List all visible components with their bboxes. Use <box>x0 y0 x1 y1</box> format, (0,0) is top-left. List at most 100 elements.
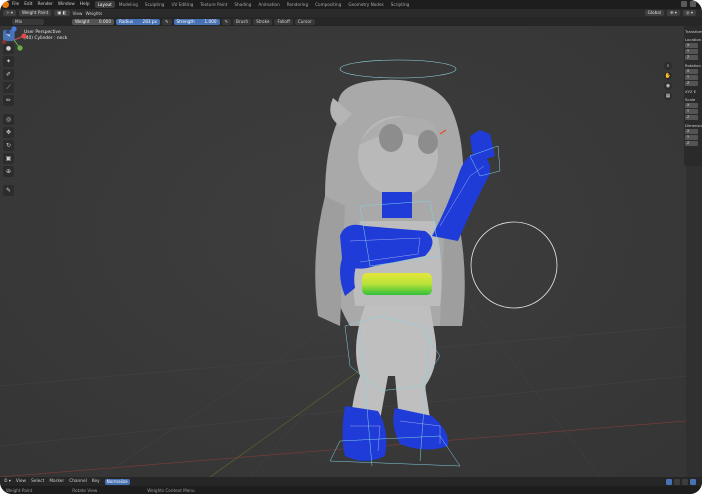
gradient-tool-icon[interactable]: ⟋ <box>3 82 14 93</box>
tab-texture-paint[interactable]: Texture Paint <box>197 1 230 8</box>
menu-file[interactable]: File <box>12 2 19 7</box>
timeline-editor-icon[interactable]: ⏲ ▾ <box>4 479 11 484</box>
tab-modeling[interactable]: Modeling <box>116 1 141 8</box>
3d-viewport[interactable]: User Perspective (40) Cylinder : neck ✎ … <box>0 26 686 477</box>
status-bar: Weight Paint Rotate View Weights Context… <box>0 486 702 494</box>
timeline-key[interactable]: Key <box>92 479 100 484</box>
menu-window[interactable]: Window <box>58 2 75 7</box>
gizmo-y-icon <box>17 45 23 51</box>
top-menu-bar: File Edit Render Window Help Layout Mode… <box>0 0 702 9</box>
status-middle: Rotate View <box>72 487 98 493</box>
tab-scripting[interactable]: Scripting <box>388 1 413 8</box>
tab-shading[interactable]: Shading <box>231 1 254 8</box>
radius-pressure-icon[interactable]: ✎ <box>162 18 172 25</box>
camera-icon[interactable]: ◉ <box>664 82 672 90</box>
timeline-header: ⏲ ▾ View Select Marker Channel Key Norma… <box>0 477 702 486</box>
tab-rendering[interactable]: Rendering <box>284 1 311 8</box>
weight-value: 0.000 <box>99 18 111 24</box>
zoom-icon[interactable]: ⌕ <box>664 62 672 70</box>
orientation-dropdown[interactable]: Global <box>644 10 664 16</box>
dimensions-x-field[interactable]: X <box>685 129 698 134</box>
object-info: (40) Cylinder : neck <box>24 36 68 41</box>
dimensions-z-field[interactable]: Z <box>685 141 698 146</box>
brush-menu[interactable]: Brush <box>233 18 252 25</box>
timeline-view[interactable]: View <box>16 479 26 484</box>
location-z-field[interactable]: Z <box>685 55 698 60</box>
timeline-select[interactable]: Select <box>31 479 44 484</box>
radius-field[interactable]: Radius 283 px <box>116 18 160 25</box>
navigation-gizmo[interactable] <box>0 26 28 54</box>
smear-tool-icon[interactable]: ✐ <box>3 69 14 80</box>
sample-tool-icon[interactable]: ✏ <box>3 95 14 106</box>
menu-weights[interactable]: Weights <box>85 11 102 16</box>
left-eye <box>379 124 403 152</box>
search-icon[interactable] <box>682 478 688 485</box>
strength-value: 1.000 <box>204 18 217 24</box>
sidebar-n-panel: Transform Location X Y Z Rotation X Y Z … <box>684 26 702 166</box>
tab-uv-editing[interactable]: UV Editing <box>168 1 196 8</box>
tab-animation[interactable]: Animation <box>255 1 282 8</box>
timeline-channel[interactable]: Channel <box>69 479 87 484</box>
falloff-menu[interactable]: Falloff <box>274 18 293 25</box>
blender-logo-icon[interactable] <box>2 1 9 8</box>
pan-hand-icon[interactable]: ✋ <box>664 72 672 80</box>
editor-type-button[interactable]: ⊹ ▾ <box>3 10 16 16</box>
weight-field[interactable]: Weight 0.000 <box>72 18 114 25</box>
filter-icon[interactable] <box>674 478 680 485</box>
transform-title[interactable]: Transform <box>685 29 702 34</box>
mode-dropdown[interactable]: Weight Paint <box>18 10 52 16</box>
cursor-menu[interactable]: Cursor <box>294 18 315 25</box>
move-tool-icon[interactable]: ✥ <box>3 127 14 138</box>
rotation-z-field[interactable]: Z <box>685 81 698 86</box>
dimensions-y-field[interactable]: Y <box>685 135 698 140</box>
viewport-header: ⊹ ▾ Weight Paint ▣ ◧ View Weights Global… <box>0 9 702 17</box>
neck-weighted <box>382 192 412 218</box>
rotation-x-field[interactable]: X <box>685 69 698 74</box>
rotation-y-field[interactable]: Y <box>685 75 698 80</box>
strength-field[interactable]: Strength 1.000 <box>173 18 220 25</box>
perspective-grid-icon[interactable]: ▦ <box>664 92 672 100</box>
strength-label: Strength <box>176 18 195 24</box>
radius-value: 283 px <box>142 18 157 24</box>
normalize-toggle[interactable]: Normalize <box>104 478 130 485</box>
location-x-field[interactable]: X <box>685 43 698 48</box>
proportional-dropdown[interactable]: ◎ ▾ <box>682 10 696 16</box>
snap-dropdown[interactable]: ⊕ ▾ <box>666 10 680 16</box>
annotate-tool-icon[interactable]: ✎ <box>3 185 14 196</box>
waist-weight-gradient <box>362 273 432 295</box>
tab-geometry-nodes[interactable]: Geometry Nodes <box>345 1 386 8</box>
cursor-tool-icon[interactable]: ◎ <box>3 114 14 125</box>
left-toolbar: ✎ ● ✦ ✐ ⟋ ✏ ◎ ✥ ↻ ▣ ⊕ ✎ <box>3 30 15 196</box>
ghost-icon[interactable] <box>690 478 696 485</box>
tab-sculpting[interactable]: Sculpting <box>142 1 168 8</box>
average-tool-icon[interactable]: ✦ <box>3 56 14 67</box>
xray-toggle[interactable]: ▣ ◧ <box>54 10 70 16</box>
stroke-menu[interactable]: Stroke <box>253 18 273 25</box>
scale-x-field[interactable]: X <box>685 103 698 108</box>
location-label: Location <box>685 37 702 42</box>
menu-render[interactable]: Render <box>38 2 53 7</box>
scene-icon[interactable] <box>681 1 687 7</box>
transform-tool-icon[interactable]: ⊕ <box>3 166 14 177</box>
tab-compositing[interactable]: Compositing <box>312 1 344 8</box>
scale-z-field[interactable]: Z <box>685 115 698 120</box>
menu-help[interactable]: Help <box>80 2 90 7</box>
tab-layout[interactable]: Layout <box>94 1 115 8</box>
scale-y-field[interactable]: Y <box>685 109 698 114</box>
menu-view[interactable]: View <box>73 11 83 16</box>
strength-pressure-icon[interactable]: ✎ <box>221 18 232 25</box>
blender-window: File Edit Render Window Help Layout Mode… <box>0 0 702 494</box>
scale-label: Scale <box>685 97 696 102</box>
view-layer-icon[interactable] <box>690 1 696 7</box>
timeline-marker[interactable]: Marker <box>49 479 64 484</box>
brush-selector[interactable]: Mix <box>12 18 44 25</box>
only-selected-icon[interactable] <box>666 478 672 485</box>
rotate-tool-icon[interactable]: ↻ <box>3 140 14 151</box>
status-right: Weights Context Menu <box>147 487 195 493</box>
rotation-mode[interactable]: XYZ E <box>685 89 702 94</box>
rotation-label: Rotation <box>685 63 701 68</box>
menu-edit[interactable]: Edit <box>24 2 32 7</box>
location-y-field[interactable]: Y <box>685 49 698 54</box>
tool-settings-bar: Mix Weight 0.000 Radius 283 px ✎ Strengt… <box>0 17 702 26</box>
scale-tool-icon[interactable]: ▣ <box>3 153 14 164</box>
